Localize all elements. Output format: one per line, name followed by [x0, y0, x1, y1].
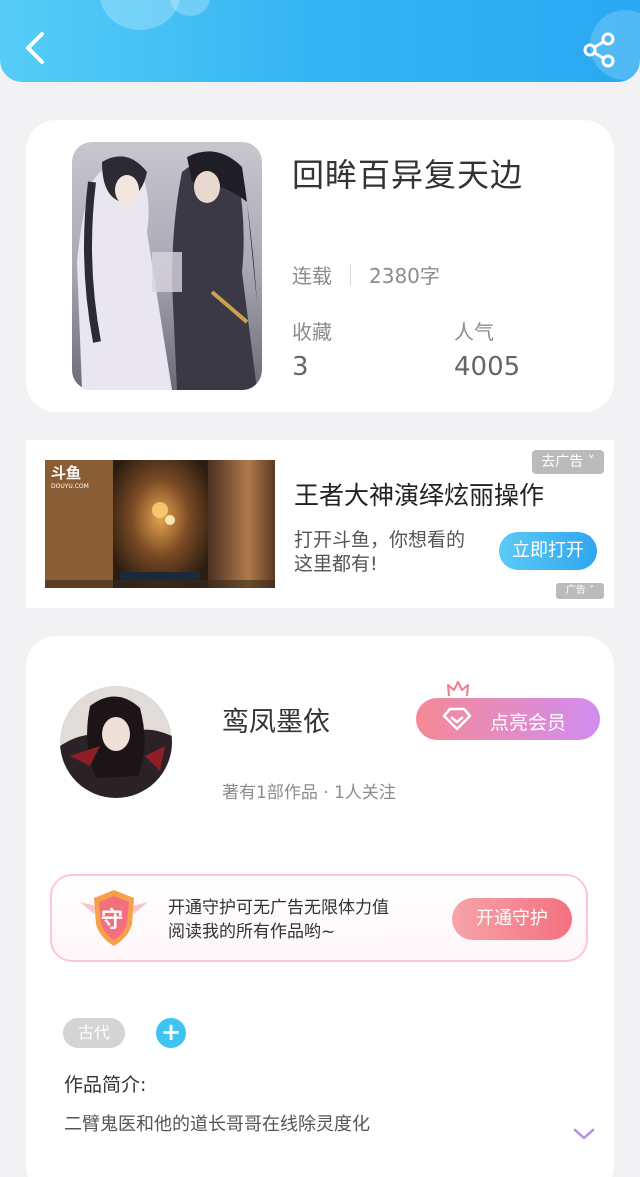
douyu-logo-sub: DOUYU.COM: [51, 483, 89, 490]
book-status-row: 连载 2380字: [292, 260, 440, 289]
ad-open-button[interactable]: 立即打开: [499, 532, 597, 570]
douyu-logo-text: 斗鱼: [51, 464, 82, 482]
top-bar: [0, 0, 640, 82]
ad-thumbnail-image[interactable]: 斗鱼 DOUYU.COM: [45, 460, 275, 588]
ad-title: 王者大神演绎炫丽操作: [294, 481, 545, 510]
crown-icon: [446, 680, 470, 700]
guard-banner: 守 开通守护可无广告无限体力值 阅读我的所有作品哟~ 开通守护: [50, 874, 588, 962]
vip-button-label: 点亮会员: [490, 712, 567, 734]
book-status: 连载: [292, 264, 332, 288]
popularity-value: 4005: [454, 352, 521, 382]
decor-bubble: [170, 0, 210, 16]
back-arrow-icon[interactable]: [18, 28, 54, 68]
book-info-card: 回眸百异复天边 连载 2380字 收藏 3 人气 4005: [26, 120, 614, 412]
genre-tag[interactable]: 古代: [63, 1018, 125, 1048]
guard-badge-text: 守: [101, 908, 124, 933]
light-up-vip-button[interactable]: 点亮会员: [416, 698, 600, 740]
book-word-count: 2380字: [369, 264, 440, 288]
remove-ad-button[interactable]: 去广告 ˅: [532, 450, 604, 474]
guard-description-text: 开通守护可无广告无限体力值 阅读我的所有作品哟~: [168, 898, 389, 942]
ad-label-badge[interactable]: 广告 ˅: [556, 583, 604, 599]
guard-description: 开通守护可无广告无限体力值 阅读我的所有作品哟~: [168, 896, 389, 944]
decor-bubble: [100, 0, 180, 30]
author-meta: 著有1部作品 · 1人关注: [222, 783, 396, 803]
favorites-label: 收藏: [292, 320, 332, 344]
ad-banner[interactable]: 斗鱼 DOUYU.COM 王者大神演绎炫丽操作 打开斗鱼，你想看的这里都有! 立…: [26, 440, 614, 608]
popularity-label: 人气: [454, 320, 494, 344]
diamond-icon: [442, 707, 472, 731]
share-icon[interactable]: [580, 30, 620, 70]
chevron-down-icon[interactable]: [572, 1126, 596, 1142]
intro-label: 作品简介:: [64, 1074, 147, 1096]
book-title: 回眸百异复天边: [292, 156, 524, 194]
divider: [350, 263, 351, 286]
book-cover-image[interactable]: [72, 142, 262, 390]
add-tag-button[interactable]: +: [156, 1018, 186, 1048]
author-avatar[interactable]: [60, 686, 172, 798]
guard-shield-icon: 守: [78, 888, 150, 950]
author-name: 鸾凤墨依: [222, 707, 330, 738]
author-card: 鸾凤墨依 著有1部作品 · 1人关注 点亮会员 守 开通守护可无广告无限体力值 …: [26, 636, 614, 1177]
intro-text: 二臂鬼医和他的道长哥哥在线除灵度化: [64, 1114, 370, 1135]
favorites-value: 3: [292, 352, 309, 382]
douyu-logo: 斗鱼 DOUYU.COM: [51, 462, 89, 490]
ad-description: 打开斗鱼，你想看的这里都有!: [294, 529, 466, 575]
open-guard-button[interactable]: 开通守护: [452, 898, 572, 940]
